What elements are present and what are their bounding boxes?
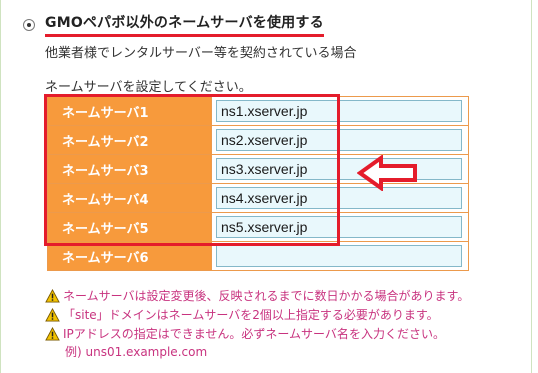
nameserver-input-1[interactable]	[216, 100, 462, 122]
nameserver-label-5: ネームサーバ5	[47, 212, 212, 242]
warning-icon	[45, 326, 60, 341]
nameserver-row-6: ネームサーバ6	[47, 241, 469, 271]
instruction-text: ネームサーバを設定してください。	[45, 80, 252, 95]
example-text: 例) uns01.example.com	[65, 345, 208, 359]
nameserver-input-2[interactable]	[216, 129, 462, 151]
nameserver-label-6: ネームサーバ6	[47, 241, 212, 271]
note-item: IPアドレスの指定はできません。必ずネームサーバ名を入力ください。	[45, 324, 469, 343]
warning-icon	[45, 307, 60, 322]
note-item: 「site」ドメインはネームサーバを2個以上指定する必要があります。	[45, 305, 469, 324]
note-item: ネームサーバは設定変更後、反映されるまでに数日かかる場合があります。	[45, 286, 469, 305]
nameserver-input-4[interactable]	[216, 187, 462, 209]
nameserver-row-5: ネームサーバ5	[47, 212, 469, 242]
note-text: ネームサーバは設定変更後、反映されるまでに数日かかる場合があります。	[63, 289, 470, 303]
nameserver-input-6[interactable]	[216, 245, 462, 267]
nameserver-input-5[interactable]	[216, 216, 462, 238]
notes-list: ネームサーバは設定変更後、反映されるまでに数日かかる場合があります。 「site…	[45, 286, 469, 361]
nameserver-input-3[interactable]	[216, 158, 462, 180]
option-row[interactable]: GMOペパボ以外のネームサーバを使用する	[23, 12, 324, 37]
nameserver-label-1: ネームサーバ1	[47, 96, 212, 126]
note-text: IPアドレスの指定はできません。必ずネームサーバ名を入力ください。	[63, 327, 445, 341]
note-text: 「site」ドメインはネームサーバを2個以上指定する必要があります。	[63, 308, 439, 322]
option-subtext: 他業者様でレンタルサーバー等を契約されている場合	[45, 46, 357, 61]
radio-selected-icon[interactable]	[23, 18, 35, 31]
nameserver-row-1: ネームサーバ1	[47, 96, 469, 126]
nameserver-label-2: ネームサーバ2	[47, 125, 212, 155]
left-arrow-icon	[357, 155, 417, 191]
nameserver-label-3: ネームサーバ3	[47, 154, 212, 184]
nameserver-panel: GMOペパボ以外のネームサーバを使用する 他業者様でレンタルサーバー等を契約され…	[0, 0, 532, 373]
nameserver-row-2: ネームサーバ2	[47, 125, 469, 155]
option-heading: GMOペパボ以外のネームサーバを使用する	[45, 12, 324, 37]
nameserver-label-4: ネームサーバ4	[47, 183, 212, 213]
warning-icon	[45, 288, 60, 303]
